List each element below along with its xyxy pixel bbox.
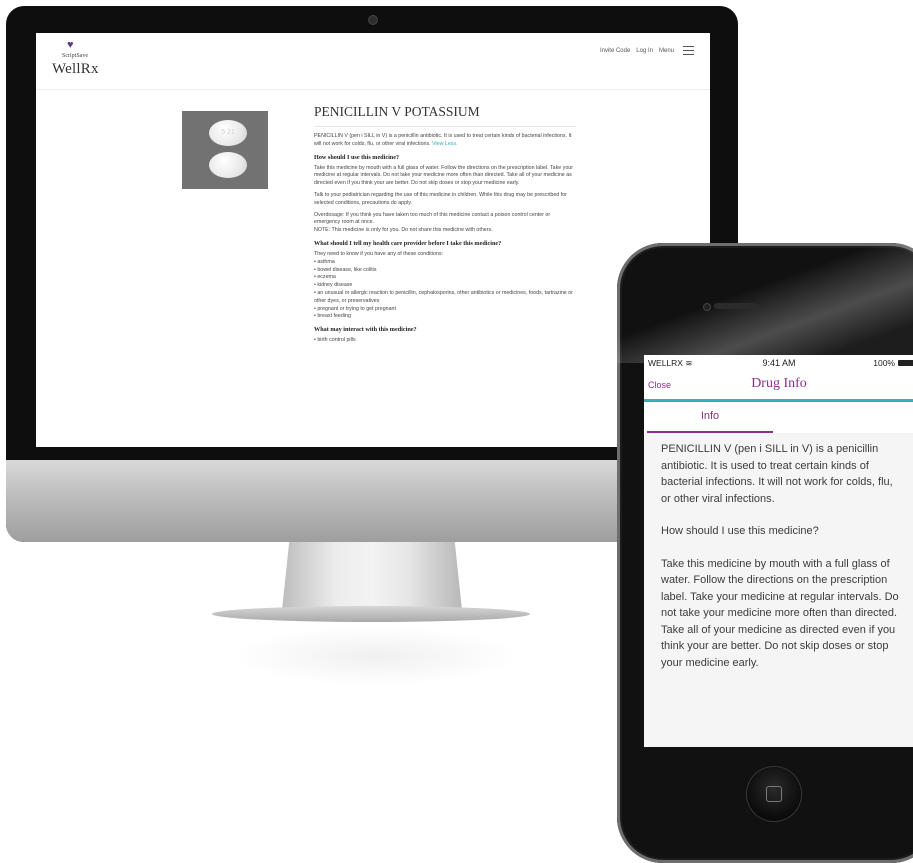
drug-info-navbar: Close Drug Info — [644, 371, 913, 402]
status-battery: 100% — [873, 358, 913, 368]
view-less-link[interactable]: View Less. — [432, 141, 458, 147]
earpiece-speaker — [714, 303, 758, 309]
phone-question: How should I use this medicine? — [661, 525, 819, 537]
site-header: ♥ ScriptSave WellRx Invite Code Log In M… — [36, 33, 710, 90]
home-button[interactable] — [747, 767, 801, 821]
phone-intro: PENICILLIN V (pen i SILL in V) is a peni… — [661, 443, 893, 505]
use-paragraph-1: Take this medicine by mouth with a full … — [314, 164, 573, 187]
list-item: • an unusual or allergic reaction to pen… — [314, 289, 573, 304]
interactions-list: • birth control pills — [314, 337, 576, 345]
logo-scriptsave: ScriptSave — [62, 53, 88, 59]
imac-camera — [368, 15, 378, 25]
list-item: • eczema — [314, 274, 336, 281]
nav-title: Drug Info — [751, 376, 807, 391]
drug-info-content[interactable]: PENICILLIN V (pen i SILL in V) is a peni… — [644, 433, 913, 747]
overdose-text: Overdosage: If you think you have taken … — [314, 211, 551, 226]
conditions-list: • asthma • bowel disease, like colitis •… — [314, 259, 576, 321]
heart-logo-icon: ♥ — [67, 39, 74, 51]
phone-answer: Take this medicine by mouth with a full … — [661, 557, 899, 669]
logo-wellrx[interactable]: WellRx — [52, 61, 99, 78]
invite-code-link[interactable]: Invite Code — [600, 48, 630, 54]
hamburger-menu-icon[interactable] — [683, 46, 694, 55]
provider-heading: What should I tell my health care provid… — [314, 239, 502, 247]
pill-bottom — [209, 152, 247, 178]
top-nav: Invite Code Log In Menu — [600, 46, 694, 55]
pill-image: 5 21 — [182, 111, 268, 189]
pill-imprint: 5 21 — [221, 129, 235, 136]
use-paragraph-2: Talk to your pediatrician regarding the … — [314, 191, 567, 206]
list-item: • bowel disease, like colitis — [314, 266, 377, 273]
use-heading: How should I use this medicine? — [314, 153, 400, 161]
iphone-device: WELLRX ≋ 9:41 AM 100% Close Drug Info In… — [617, 243, 913, 863]
imac-base — [212, 606, 530, 622]
menu-link[interactable]: Menu — [659, 48, 674, 54]
drug-article: PENICILLIN V POTASSIUM PENICILLIN V (pen… — [314, 103, 576, 348]
home-square-icon — [766, 786, 782, 802]
list-item: • asthma — [314, 258, 335, 265]
drug-intro: PENICILLIN V (pen i SILL in V) is a peni… — [314, 133, 576, 149]
status-bar: WELLRX ≋ 9:41 AM 100% — [644, 355, 913, 371]
provider-intro: They need to know if you have any of the… — [314, 250, 443, 257]
list-item: • kidney disease — [314, 282, 353, 289]
battery-percent: 100% — [873, 358, 895, 368]
login-link[interactable]: Log In — [636, 48, 653, 54]
drug-title: PENICILLIN V POTASSIUM — [314, 103, 576, 127]
tab-info[interactable]: Info — [647, 402, 773, 433]
list-item: • breast feeding — [314, 313, 351, 320]
tab-bar: Info — [644, 402, 913, 433]
note-text: NOTE: This medicine is only for you. Do … — [314, 227, 493, 234]
drug-info-text: PENICILLIN V (pen i SILL in V) is a peni… — [661, 441, 899, 687]
front-camera-icon — [703, 303, 711, 311]
pill-top: 5 21 — [209, 120, 247, 146]
overdose-paragraph: Overdosage: If you think you have taken … — [314, 212, 576, 235]
phone-glare — [617, 243, 913, 363]
imac-shadow — [230, 626, 520, 686]
list-item: • pregnant or trying to get pregnant — [314, 305, 396, 312]
list-item: • birth control pills — [314, 337, 356, 344]
interact-heading: What may interact with this medicine? — [314, 326, 417, 334]
battery-icon — [898, 360, 913, 366]
imac-stand — [282, 542, 462, 610]
desktop-screen: ♥ ScriptSave WellRx Invite Code Log In M… — [36, 33, 710, 447]
phone-screen: WELLRX ≋ 9:41 AM 100% Close Drug Info In… — [644, 355, 913, 747]
